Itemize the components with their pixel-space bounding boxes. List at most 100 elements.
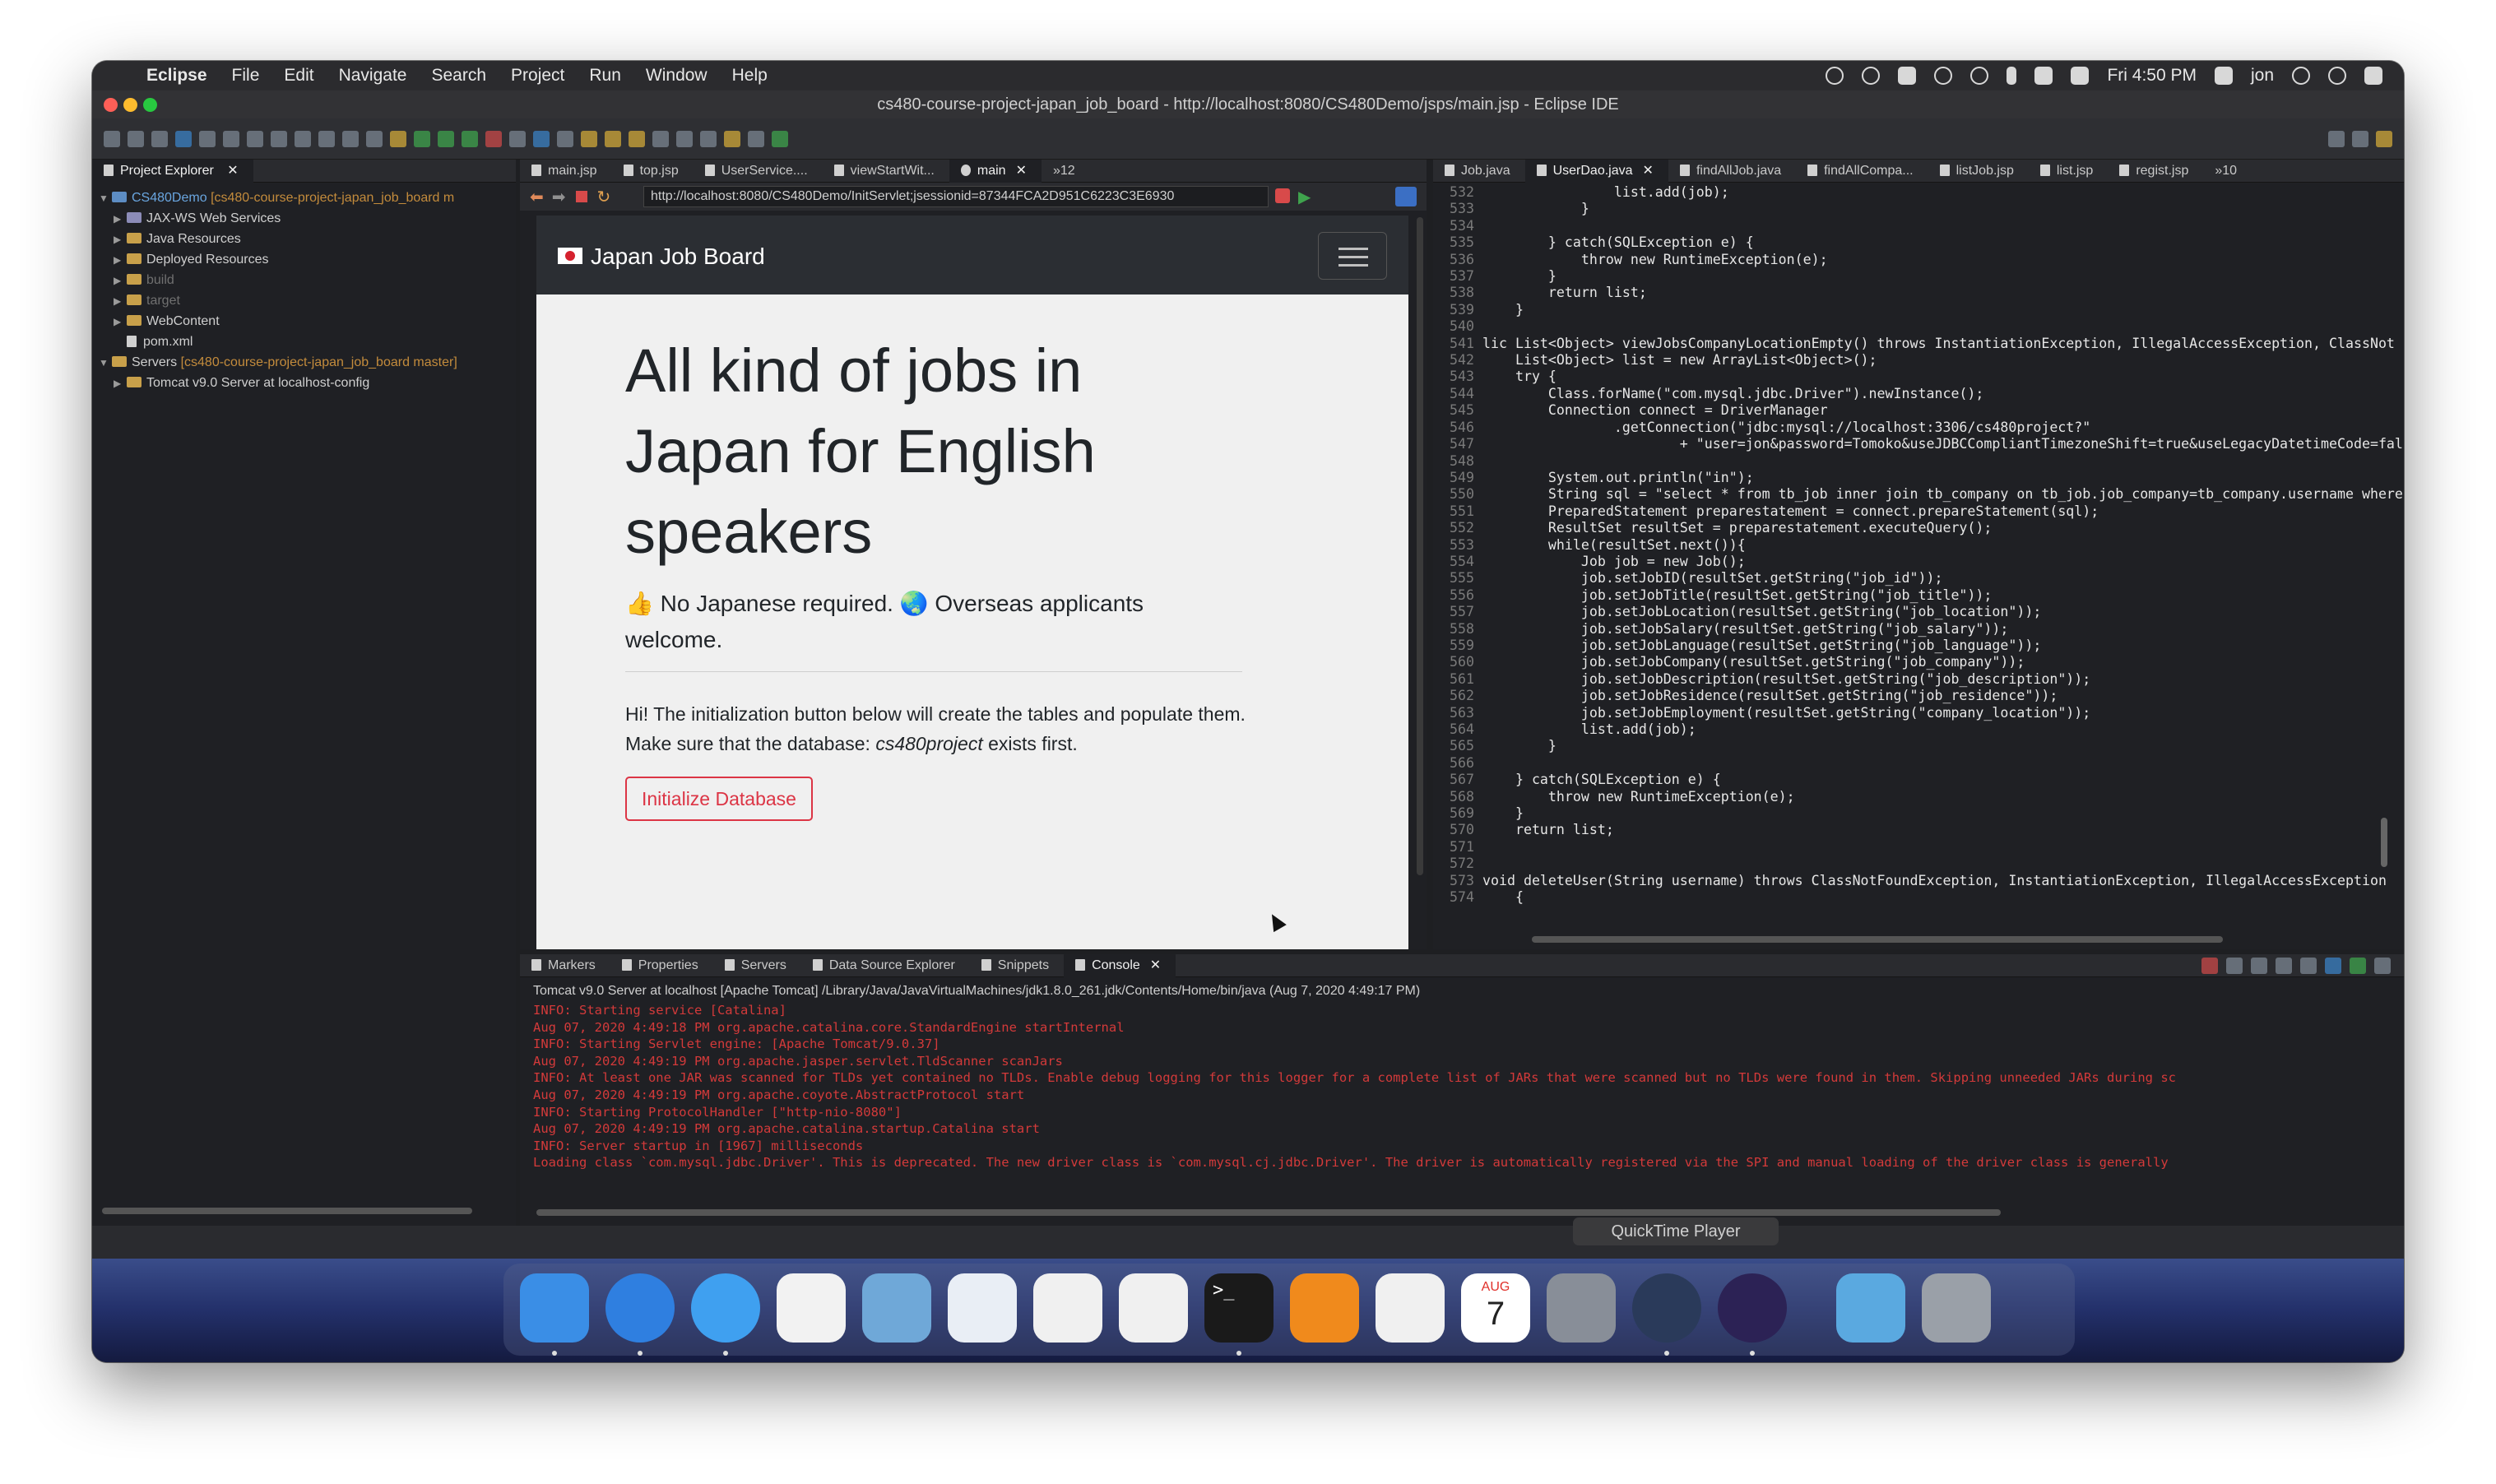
new-class-icon[interactable] bbox=[557, 130, 573, 147]
tab-viewstartwith[interactable]: viewStartWit... bbox=[823, 160, 949, 183]
spotlight-icon[interactable] bbox=[2292, 67, 2310, 85]
code-line[interactable]: 553 while(resultSet.next()){ bbox=[1433, 537, 2404, 554]
tab-markers[interactable]: Markers bbox=[520, 954, 610, 977]
editor-hscrollbar[interactable] bbox=[1532, 936, 2223, 943]
tab-overflow[interactable]: »10 bbox=[2203, 160, 2252, 183]
new-icon[interactable] bbox=[104, 130, 120, 147]
code-line[interactable]: 537 } bbox=[1433, 268, 2404, 285]
tab-findalljob-java[interactable]: findAllJob.java bbox=[1668, 160, 1796, 183]
code-line[interactable]: 561 job.setJobDescription(resultSet.getS… bbox=[1433, 671, 2404, 688]
use-step-filters-icon[interactable] bbox=[390, 130, 406, 147]
code-line[interactable]: 547 + "user=jon&password=Tomoko&useJDBCC… bbox=[1433, 436, 2404, 452]
editor-vscrollbar[interactable] bbox=[2381, 818, 2387, 867]
menu-help[interactable]: Help bbox=[732, 66, 768, 86]
menu-file[interactable]: File bbox=[232, 66, 260, 86]
code-line[interactable]: 560 job.setJobCompany(resultSet.getStrin… bbox=[1433, 654, 2404, 670]
code-line[interactable]: 570 return list; bbox=[1433, 822, 2404, 838]
tab-data-source-explorer[interactable]: Data Source Explorer bbox=[801, 954, 970, 977]
menu-project[interactable]: Project bbox=[511, 66, 564, 86]
new-package-icon[interactable] bbox=[533, 130, 550, 147]
code-line[interactable]: 569 } bbox=[1433, 805, 2404, 822]
terminal-icon[interactable]: >_ bbox=[1204, 1273, 1274, 1343]
step-into-icon[interactable] bbox=[295, 130, 311, 147]
code-line[interactable]: 538 return list; bbox=[1433, 285, 2404, 301]
code-line[interactable]: 572 bbox=[1433, 856, 2404, 872]
go-icon[interactable]: ▶ bbox=[1298, 187, 1311, 207]
tab-project-explorer[interactable]: Project Explorer ✕ bbox=[92, 159, 253, 183]
suspend-icon[interactable] bbox=[247, 130, 263, 147]
code-line[interactable]: 573 void deleteUser(String username) thro… bbox=[1433, 873, 2404, 889]
code-line[interactable]: 552 ResultSet resultSet = preparestateme… bbox=[1433, 520, 2404, 536]
code-line[interactable]: 543 try { bbox=[1433, 369, 2404, 385]
tree-item-servers[interactable]: ▼ Servers [cs480-course-project-japan_job… bbox=[99, 352, 457, 373]
tree-item-webcontent[interactable]: ▶ WebContent bbox=[99, 311, 457, 332]
code-line[interactable]: 566 bbox=[1433, 755, 2404, 772]
close-tab-icon[interactable]: ✕ bbox=[1643, 164, 1654, 178]
code-line[interactable]: 571 bbox=[1433, 839, 2404, 856]
toolbar-search-icon[interactable] bbox=[2328, 130, 2345, 147]
photos-icon[interactable] bbox=[1376, 1273, 1445, 1343]
new-java-project-icon[interactable] bbox=[509, 130, 526, 147]
forward-icon[interactable] bbox=[748, 130, 764, 147]
bluetooth-icon[interactable] bbox=[2007, 67, 2017, 85]
code-line[interactable]: 544 Class.forName("com.mysql.jdbc.Driver… bbox=[1433, 386, 2404, 402]
tab-overflow[interactable]: »12 bbox=[1042, 160, 1090, 183]
tab-servers[interactable]: Servers bbox=[713, 954, 801, 977]
tree-item-java-resources[interactable]: ▶ Java Resources bbox=[99, 229, 457, 249]
code-line[interactable]: 558 job.setJobSalary(resultSet.getString… bbox=[1433, 621, 2404, 638]
tab-main-jsp[interactable]: main.jsp bbox=[520, 160, 612, 183]
news-icon[interactable] bbox=[1119, 1273, 1188, 1343]
tree-item-tomcat-config[interactable]: ▶ Tomcat v9.0 Server at localhost-config bbox=[99, 373, 457, 393]
open-web-browser-icon[interactable] bbox=[772, 130, 788, 147]
console-open-console-icon[interactable] bbox=[2374, 957, 2391, 974]
menubar-user[interactable]: jon bbox=[2251, 66, 2274, 86]
drop-to-frame-icon[interactable] bbox=[366, 130, 383, 147]
open-type-icon[interactable] bbox=[581, 130, 597, 147]
code-line[interactable]: 534 bbox=[1433, 218, 2404, 234]
initialize-database-button[interactable]: Initialize Database bbox=[625, 777, 813, 821]
step-return-icon[interactable] bbox=[342, 130, 359, 147]
console-clear-icon[interactable] bbox=[2276, 957, 2292, 974]
input-source-icon[interactable] bbox=[2214, 67, 2233, 85]
tab-properties[interactable]: Properties bbox=[610, 954, 713, 977]
console-terminate-icon[interactable] bbox=[2201, 957, 2218, 974]
debug-icon[interactable] bbox=[414, 130, 430, 147]
console-remove-launch-icon[interactable] bbox=[2226, 957, 2243, 974]
code-line[interactable]: 563 job.setJobEmployment(resultSet.getSt… bbox=[1433, 705, 2404, 721]
sync-icon[interactable] bbox=[1862, 67, 1881, 85]
code-line[interactable]: 546 .getConnection("jdbc:mysql://localho… bbox=[1433, 420, 2404, 436]
terminate-icon[interactable] bbox=[271, 130, 287, 147]
browser-forward-icon[interactable]: ➡ bbox=[552, 187, 566, 207]
launchpad-icon[interactable] bbox=[1547, 1273, 1616, 1343]
code-line[interactable]: 540 bbox=[1433, 318, 2404, 335]
tab-job-java[interactable]: Job.java bbox=[1433, 160, 1525, 183]
code-line[interactable]: 550 String sql = "select * from tb_job i… bbox=[1433, 486, 2404, 503]
code-line[interactable]: 541 lic List<Object> viewJobsCompanyLocat… bbox=[1433, 336, 2404, 352]
tree-item-jaxws[interactable]: ▶ JAX-WS Web Services bbox=[99, 208, 457, 229]
url-history-icon[interactable] bbox=[1275, 188, 1290, 203]
tab-snippets[interactable]: Snippets bbox=[970, 954, 1064, 977]
tab-console[interactable]: Console ✕ bbox=[1064, 953, 1176, 977]
menu-navigate[interactable]: Navigate bbox=[339, 66, 407, 86]
quicktime-icon[interactable] bbox=[1632, 1273, 1701, 1343]
console-pin-icon[interactable] bbox=[2325, 957, 2341, 974]
menu-search[interactable]: Search bbox=[431, 66, 486, 86]
code-line[interactable]: 533 } bbox=[1433, 201, 2404, 217]
console-hscrollbar[interactable] bbox=[536, 1209, 2001, 1216]
explorer-hscrollbar[interactable] bbox=[102, 1208, 472, 1214]
console-remove-all-icon[interactable] bbox=[2251, 957, 2267, 974]
code-line[interactable]: 536 throw new RuntimeException(e); bbox=[1433, 252, 2404, 268]
close-tab-icon[interactable]: ✕ bbox=[1016, 164, 1027, 178]
time-machine-icon[interactable] bbox=[1970, 67, 1989, 85]
menu-edit[interactable]: Edit bbox=[284, 66, 313, 86]
terminal-toolbar-icon[interactable] bbox=[175, 130, 192, 147]
reminders-icon[interactable] bbox=[777, 1273, 846, 1343]
tab-findallcompany[interactable]: findAllCompa... bbox=[1796, 160, 1928, 183]
url-input[interactable]: http://localhost:8080/CS480Demo/InitServ… bbox=[643, 186, 1269, 207]
save-all-icon[interactable] bbox=[151, 130, 168, 147]
cloud-icon[interactable] bbox=[1898, 67, 1917, 85]
browser-stop-icon[interactable] bbox=[575, 191, 587, 202]
code-line[interactable]: 532 list.add(job); bbox=[1433, 184, 2404, 201]
code-line[interactable]: 555 job.setJobID(resultSet.getString("jo… bbox=[1433, 570, 2404, 587]
console-display-selected-icon[interactable] bbox=[2350, 957, 2366, 974]
